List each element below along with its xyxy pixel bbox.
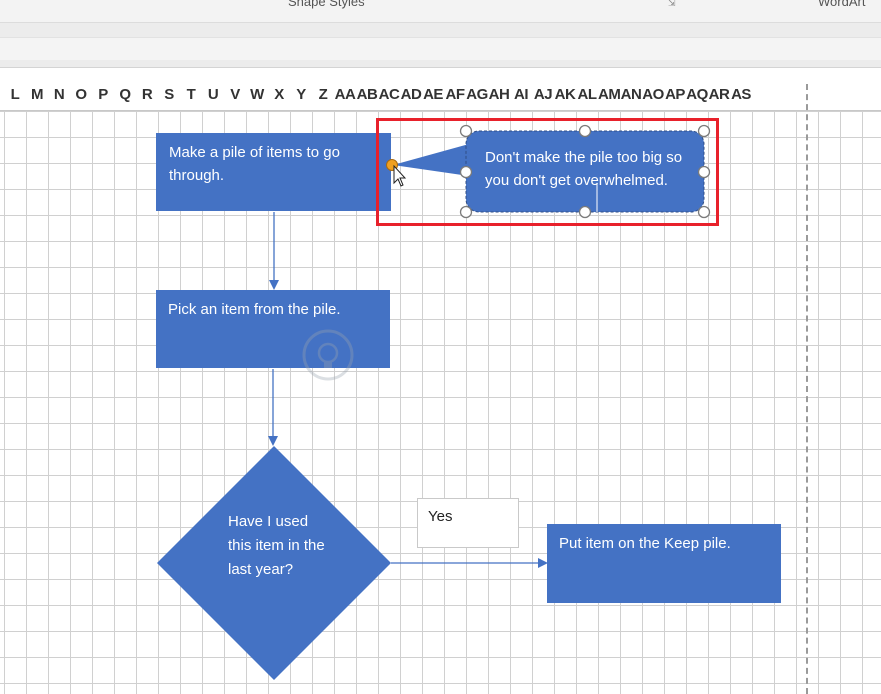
column-header-ap[interactable]: AP (664, 86, 686, 103)
wordart-group-label: WordArt (818, 0, 866, 9)
flowchart-box-keep-pile-text: Put item on the Keep pile. (559, 535, 731, 552)
column-header-u[interactable]: U (202, 86, 224, 103)
column-header-s[interactable]: S (158, 86, 180, 103)
column-header-y[interactable]: Y (290, 86, 312, 103)
page-break-line (806, 84, 808, 694)
column-header-am[interactable]: AM (598, 86, 621, 103)
column-header-row: L M N O P Q R S T U V W X Y Z AA AB AC AD AE AF AG AH AI AJ AK AL A… (0, 82, 881, 111)
column-header-aa[interactable]: AA (334, 86, 356, 103)
column-header-ao[interactable]: AO (642, 86, 664, 103)
column-header-al[interactable]: AL (576, 86, 598, 103)
column-header-ad[interactable]: AD (400, 86, 422, 103)
column-header-ac[interactable]: AC (378, 86, 400, 103)
dialog-launcher-icon[interactable]: ⇲ (668, 0, 676, 9)
column-header-ab[interactable]: AB (356, 86, 378, 103)
highlight-frame (376, 118, 719, 226)
column-header-l[interactable]: L (4, 86, 26, 103)
column-header-m[interactable]: M (26, 86, 48, 103)
column-header-aj[interactable]: AJ (532, 86, 554, 103)
column-header-ae[interactable]: AE (422, 86, 444, 103)
flowchart-box-keep-pile[interactable]: Put item on the Keep pile. (547, 524, 781, 603)
column-header-ar[interactable]: AR (708, 86, 730, 103)
column-header-q[interactable]: Q (114, 86, 136, 103)
ribbon-strip: Shape Styles ⇲ WordArt (0, 0, 881, 23)
column-header-as[interactable]: AS (730, 86, 752, 103)
column-header-ah[interactable]: AH (488, 86, 510, 103)
column-header-x[interactable]: X (268, 86, 290, 103)
column-header-an[interactable]: AN (620, 86, 642, 103)
flowchart-box-pick-item[interactable]: Pick an item from the pile. (156, 290, 390, 368)
column-header-ak[interactable]: AK (554, 86, 576, 103)
flowchart-decision-text: Have I used this item in the last year? (228, 513, 325, 578)
column-header-r[interactable]: R (136, 86, 158, 103)
flowchart-box-make-pile[interactable]: Make a pile of items to go through. (156, 133, 391, 211)
flowchart-box-pick-item-text: Pick an item from the pile. (168, 301, 341, 318)
column-header-o[interactable]: O (70, 86, 92, 103)
column-header-ai[interactable]: AI (510, 86, 532, 103)
shape-styles-group-label: Shape Styles (288, 0, 365, 9)
column-header-ag[interactable]: AG (466, 86, 488, 103)
column-header-w[interactable]: W (246, 86, 268, 103)
column-header-n[interactable]: N (48, 86, 70, 103)
column-header-aq[interactable]: AQ (686, 86, 708, 103)
column-header-t[interactable]: T (180, 86, 202, 103)
column-header-v[interactable]: V (224, 86, 246, 103)
column-header-z[interactable]: Z (312, 86, 334, 103)
flowchart-box-make-pile-text: Make a pile of items to go through. (169, 144, 340, 184)
formula-input[interactable] (0, 37, 881, 60)
column-header-p[interactable]: P (92, 86, 114, 103)
yes-label-box[interactable]: Yes (417, 498, 519, 548)
formula-bar (0, 23, 881, 68)
yes-label-text: Yes (428, 508, 453, 525)
column-header-af[interactable]: AF (444, 86, 466, 103)
